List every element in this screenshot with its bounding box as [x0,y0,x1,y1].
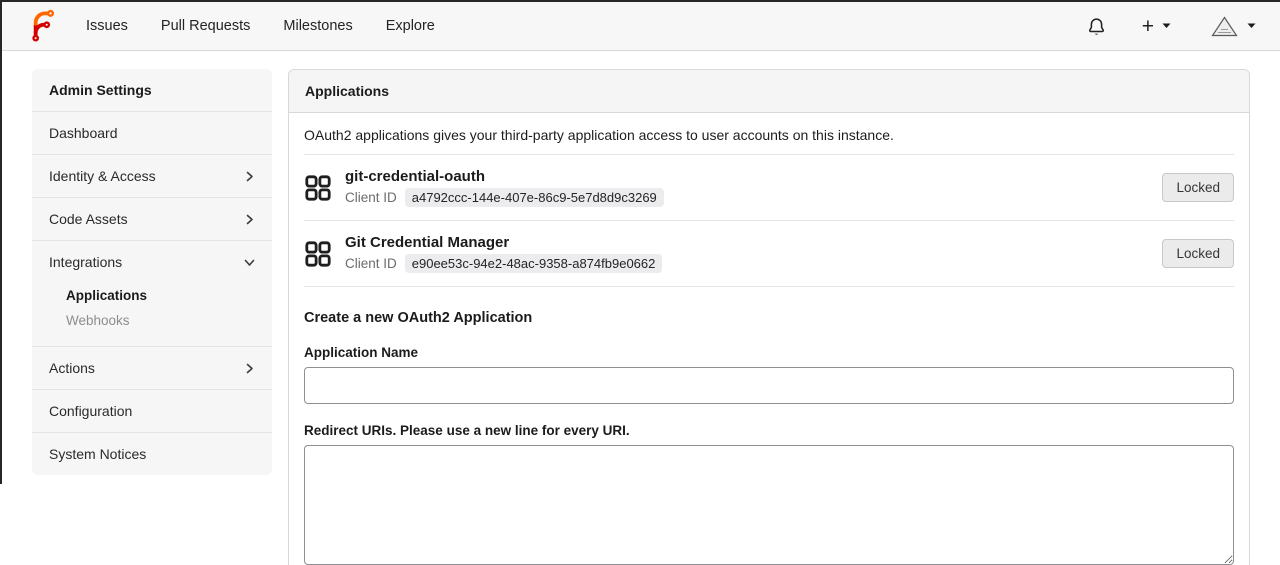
sidebar-item-dashboard[interactable]: Dashboard [32,111,272,154]
sidebar-item-actions[interactable]: Actions [32,346,272,389]
oauth-app-row: git-credential-oauth Client ID a4792ccc-… [304,154,1234,220]
client-id-row: Client ID e90ee53c-94e2-48ac-9358-a874fb… [345,254,663,273]
create-oauth-app-heading: Create a new OAuth2 Application [304,310,533,326]
integrations-submenu: Applications Webhooks [32,283,272,346]
oauth2-description: OAuth2 applications gives your third-par… [304,127,894,143]
client-id-label: Client ID [345,256,397,271]
notifications-bell-icon[interactable] [1087,17,1106,36]
chevron-right-icon [246,171,253,181]
topbar-actions: + [1087,16,1256,37]
nav-explore[interactable]: Explore [386,18,435,34]
panel-body: OAuth2 applications gives your third-par… [289,113,1249,565]
forgejo-logo-icon[interactable] [24,9,59,44]
admin-settings-page: Admin Settings Dashboard Identity & Acce… [2,51,1280,565]
application-name-label: Application Name [304,345,419,360]
sidebar-item-code-assets[interactable]: Code Assets [32,197,272,240]
client-id-value: e90ee53c-94e2-48ac-9358-a874fb9e0662 [404,254,663,273]
redirect-uris-label: Redirect URIs. Please use a new line for… [304,423,630,438]
app-info: Git Credential Manager Client ID e90ee53… [345,234,663,273]
app-info: git-credential-oauth Client ID a4792ccc-… [345,168,664,207]
avatar [1211,15,1238,36]
client-id-row: Client ID a4792ccc-144e-407e-86c9-5e7d8d… [345,188,664,207]
panel-title: Applications [289,70,1249,113]
sidebar-item-integrations[interactable]: Integrations [32,240,272,283]
admin-sidebar: Admin Settings Dashboard Identity & Acce… [32,69,272,475]
sidebar-item-configuration[interactable]: Configuration [32,389,272,432]
locked-button[interactable]: Locked [1162,173,1234,202]
chevron-right-icon [246,214,253,224]
nav-pull-requests[interactable]: Pull Requests [161,18,250,34]
sidebar-item-system-notices[interactable]: System Notices [32,432,272,475]
sidebar-title: Admin Settings [49,82,152,98]
nav-issues[interactable]: Issues [86,18,128,34]
redirect-uris-textarea[interactable] [304,445,1234,565]
client-id-label: Client ID [345,190,397,205]
sidebar-item-webhooks[interactable]: Webhooks [66,308,255,333]
chevron-down-icon [1162,23,1171,28]
locked-button[interactable]: Locked [1162,239,1234,268]
chevron-down-icon [244,259,255,266]
nav-milestones[interactable]: Milestones [283,18,352,34]
oauth-app-row: Git Credential Manager Client ID e90ee53… [304,220,1234,286]
chevron-right-icon [246,363,253,373]
app-name[interactable]: Git Credential Manager [345,234,662,251]
sidebar-item-applications[interactable]: Applications [66,283,255,308]
apps-grid-icon [305,174,331,201]
client-id-value: a4792ccc-144e-407e-86c9-5e7d8d9c3269 [404,188,664,207]
create-new-dropdown[interactable]: + [1142,16,1171,37]
chevron-down-icon [1247,23,1256,28]
user-menu-dropdown[interactable] [1211,15,1256,37]
top-nav-links: Issues Pull Requests Milestones Explore [86,18,435,34]
application-name-input[interactable] [304,367,1234,404]
applications-panel: Applications OAuth2 applications gives y… [288,69,1250,565]
create-oauth-app-section: Create a new OAuth2 Application Applicat… [304,286,1234,565]
apps-grid-icon [305,240,331,267]
plus-icon: + [1141,14,1154,38]
top-navbar: Issues Pull Requests Milestones Explore … [2,2,1280,51]
sidebar-item-identity-access[interactable]: Identity & Access [32,154,272,197]
app-name[interactable]: git-credential-oauth [345,168,664,185]
